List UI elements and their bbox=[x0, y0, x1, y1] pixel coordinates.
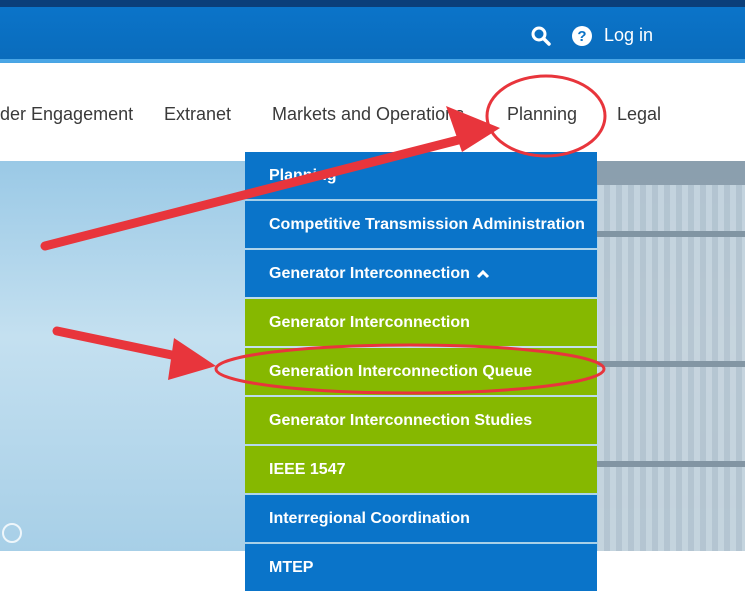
annotation-arrow-queue bbox=[52, 326, 191, 363]
annotation-arrowhead-queue bbox=[168, 338, 216, 380]
annotation-overlay bbox=[40, 74, 607, 395]
annotation-circle-planning bbox=[485, 74, 607, 158]
annotation-circle-queue bbox=[214, 343, 606, 395]
annotation-arrow-planning bbox=[40, 132, 475, 251]
